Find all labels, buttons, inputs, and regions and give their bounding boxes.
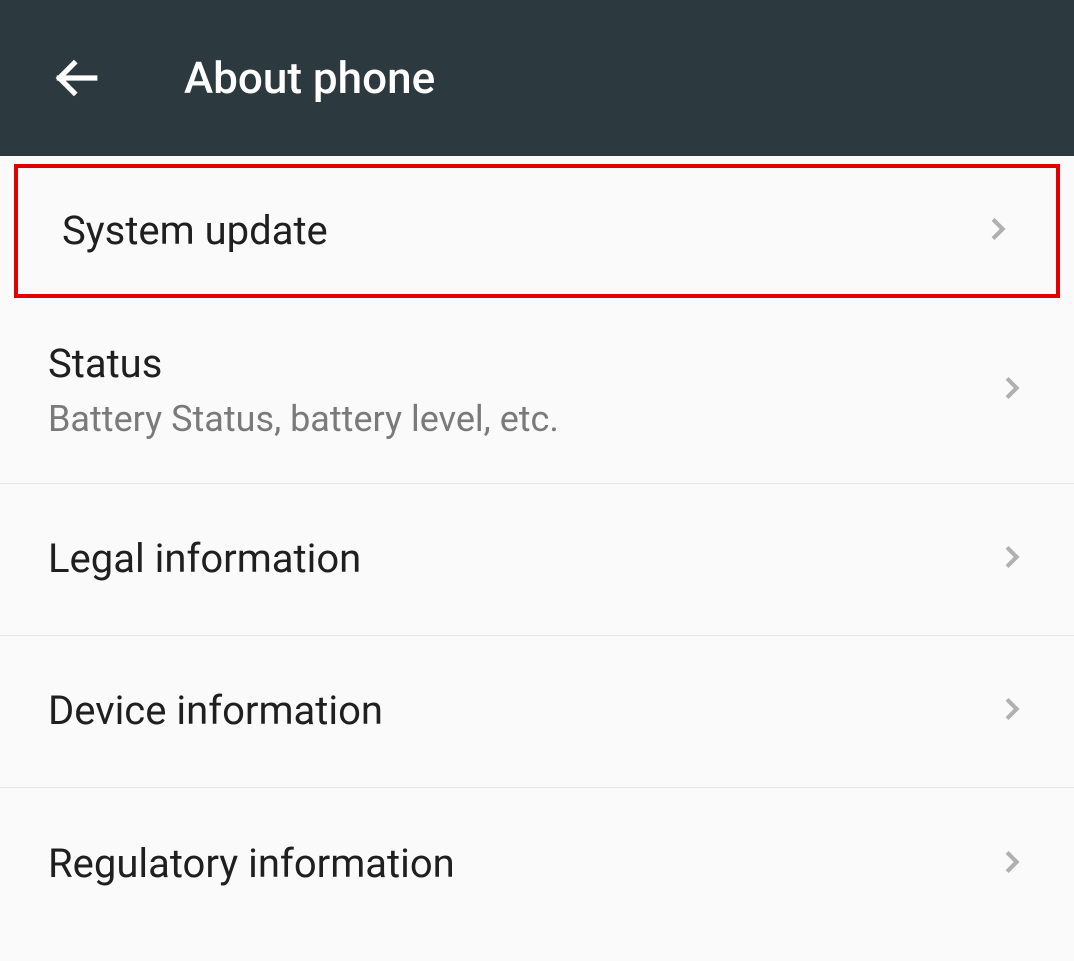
item-title: System update <box>62 205 328 257</box>
item-title: Regulatory information <box>48 838 455 890</box>
item-subtitle: Battery Status, battery level, etc. <box>48 396 559 443</box>
item-title: Status <box>48 338 559 390</box>
arrow-left-icon <box>51 53 101 103</box>
settings-list: System update Status Battery Status, bat… <box>0 164 1074 940</box>
chevron-right-icon <box>998 368 1026 412</box>
list-item-regulatory-information[interactable]: Regulatory information <box>0 788 1074 940</box>
header-bar: About phone <box>0 0 1074 156</box>
list-item-device-information[interactable]: Device information <box>0 636 1074 788</box>
item-text: Device information <box>48 685 383 737</box>
item-text: Regulatory information <box>48 838 455 890</box>
item-title: Legal information <box>48 533 361 585</box>
item-text: Status Battery Status, battery level, et… <box>48 338 559 443</box>
chevron-right-icon <box>998 689 1026 733</box>
item-text: Legal information <box>48 533 361 585</box>
chevron-right-icon <box>998 842 1026 886</box>
back-button[interactable] <box>48 50 104 106</box>
list-item-legal-information[interactable]: Legal information <box>0 484 1074 636</box>
list-item-system-update[interactable]: System update <box>14 164 1060 298</box>
page-title: About phone <box>184 52 435 104</box>
chevron-right-icon <box>998 537 1026 581</box>
item-text: System update <box>62 205 328 257</box>
chevron-right-icon <box>984 209 1012 253</box>
list-item-status[interactable]: Status Battery Status, battery level, et… <box>0 298 1074 484</box>
item-title: Device information <box>48 685 383 737</box>
